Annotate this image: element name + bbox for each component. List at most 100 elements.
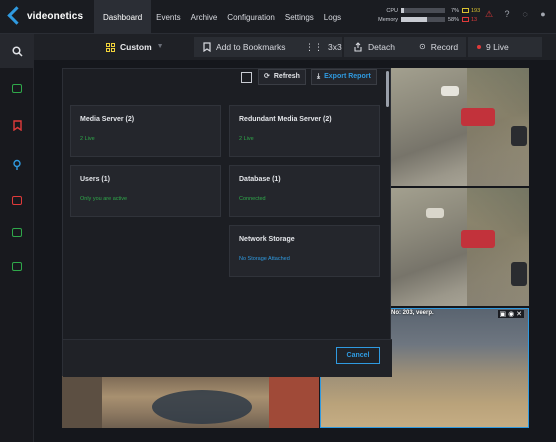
location-icon (13, 159, 21, 170)
nav-configuration[interactable]: Configuration (222, 0, 280, 34)
export-report-label: Export Report (324, 73, 371, 80)
grid-icon: ⋮⋮ (305, 42, 323, 52)
warning-icon[interactable]: ⚠ (484, 9, 494, 19)
memory-bar-fill (401, 17, 427, 22)
download-icon: ⤓ (317, 73, 321, 80)
memory-row: Memory 58% 13 (370, 15, 481, 24)
layout-label: Custom (120, 42, 152, 52)
nav-archive[interactable]: Archive (186, 0, 223, 34)
cancel-button[interactable]: Cancel (336, 347, 380, 364)
card-status: Connected (239, 196, 266, 202)
nav-dashboard[interactable]: Dashboard (94, 0, 152, 34)
camera-feed-1[interactable] (391, 68, 529, 186)
camera-feed-2[interactable] (391, 188, 529, 306)
cpu-percent: 7% (451, 7, 459, 14)
memory-bar (401, 17, 445, 22)
vehicle (461, 108, 495, 126)
card-status: 2 Live (80, 136, 95, 142)
detach-label: Detach (368, 42, 395, 52)
search-icon (11, 45, 23, 57)
vehicle (441, 86, 459, 96)
network-storage-card[interactable]: Network Storage No Storage Attached (229, 225, 380, 277)
card-status: Only you are active (80, 196, 128, 202)
card-title: Network Storage (239, 236, 295, 243)
floor-stain (152, 390, 252, 424)
record-button[interactable]: ⊙ Record (410, 37, 466, 57)
camera-feed-4[interactable] (62, 376, 319, 428)
memory-percent: 58% (447, 16, 459, 23)
system-status-dialog: ⟳ Refresh ⤓ Export Report Media Server (… (62, 68, 392, 377)
nav-events[interactable]: Events (151, 0, 185, 34)
dialog-header: ⟳ Refresh ⤓ Export Report (63, 69, 392, 85)
cpu-row: CPU 7% 193 (370, 6, 481, 15)
display-icon (12, 227, 22, 237)
screen-icon (12, 261, 22, 271)
grid-label: 3x3 (328, 42, 342, 52)
vehicle (511, 126, 527, 146)
nav-logs[interactable]: Logs (319, 0, 346, 34)
detach-button[interactable]: Detach (344, 37, 414, 57)
bookmark-icon (12, 119, 22, 131)
sidebar-record-button[interactable] (9, 192, 25, 208)
cpu-bar-fill (401, 8, 405, 13)
layout-selector[interactable]: Custom ▼ (106, 37, 164, 57)
sidebar (0, 34, 34, 442)
system-stats: CPU 7% 193 Memory 58% 13 (370, 6, 481, 24)
database-card[interactable]: Database (1) Connected (229, 165, 380, 217)
export-report-button[interactable]: ⤓ Export Report (311, 69, 377, 85)
layout-grid-icon (106, 42, 115, 52)
wall-left (62, 376, 102, 428)
dialog-footer: Cancel (63, 339, 392, 377)
offline-count: 13 (471, 16, 478, 23)
card-title: Media Server (2) (80, 116, 135, 123)
card-title: Users (1) (80, 176, 110, 183)
card-title: Redundant Media Server (2) (239, 116, 332, 123)
sidebar-monitor-button[interactable] (9, 80, 25, 96)
detach-icon (354, 42, 362, 52)
card-status: 2 Live (239, 136, 254, 142)
logo-text: videonetics (27, 10, 84, 22)
record-icon: ⊙ (419, 42, 426, 51)
cpu-bar (401, 8, 445, 13)
media-server-card[interactable]: Media Server (2) 2 Live (70, 105, 221, 157)
chevron-down-icon: ▼ (156, 43, 164, 50)
sidebar-bookmark-button[interactable] (9, 117, 25, 133)
sidebar-screen-button[interactable] (9, 258, 25, 274)
live-count-button[interactable]: 9 Live (468, 37, 542, 57)
redundant-media-server-card[interactable]: Redundant Media Server (2) 2 Live (229, 105, 380, 157)
card-title: Database (1) (239, 176, 281, 183)
wall-right (269, 376, 319, 428)
add-bookmark-label: Add to Bookmarks (216, 42, 286, 52)
record-icon (12, 195, 22, 205)
toolbar: Custom ▼ Add to Bookmarks ⋮⋮ 3x3 Detach … (34, 34, 556, 60)
vehicle (426, 208, 444, 218)
camera-tile-controls[interactable]: ▣ ◉ ✕ (497, 310, 524, 318)
monitor-icon (12, 83, 22, 93)
select-checkbox[interactable] (241, 72, 252, 83)
sidebar-search-button[interactable] (0, 34, 34, 68)
refresh-label: Refresh (273, 73, 300, 80)
logo[interactable]: videonetics (10, 7, 83, 25)
dialog-scrollbar[interactable] (386, 71, 389, 107)
app-window: videonetics Dashboard Events Archive Con… (0, 0, 556, 442)
offline-count-icon (462, 17, 469, 22)
cpu-label: CPU (386, 7, 398, 14)
camera-count-icon (462, 8, 469, 13)
refresh-button[interactable]: ⟳ Refresh (258, 69, 306, 85)
sidebar-display-button[interactable] (9, 224, 25, 240)
users-card[interactable]: Users (1) Only you are active (70, 165, 221, 217)
user-icon[interactable]: ● (538, 9, 548, 19)
chat-icon[interactable]: ◌ (520, 9, 530, 19)
top-bar: videonetics Dashboard Events Archive Con… (0, 0, 556, 34)
grid-3x3-button[interactable]: ⋮⋮ 3x3 (296, 37, 342, 57)
help-icon[interactable]: ? (502, 9, 512, 19)
vehicle (511, 262, 527, 286)
bookmark-add-icon (203, 42, 211, 52)
top-icons: ⚠ ? ◌ ● (484, 9, 548, 19)
main-nav: Dashboard Events Archive Configuration S… (94, 0, 346, 34)
camera-feed-label: No: 203, veerp. (391, 310, 434, 316)
sidebar-location-button[interactable] (9, 157, 25, 173)
record-label: Record (430, 42, 459, 52)
nav-settings[interactable]: Settings (280, 0, 319, 34)
live-dot-icon (477, 45, 481, 49)
